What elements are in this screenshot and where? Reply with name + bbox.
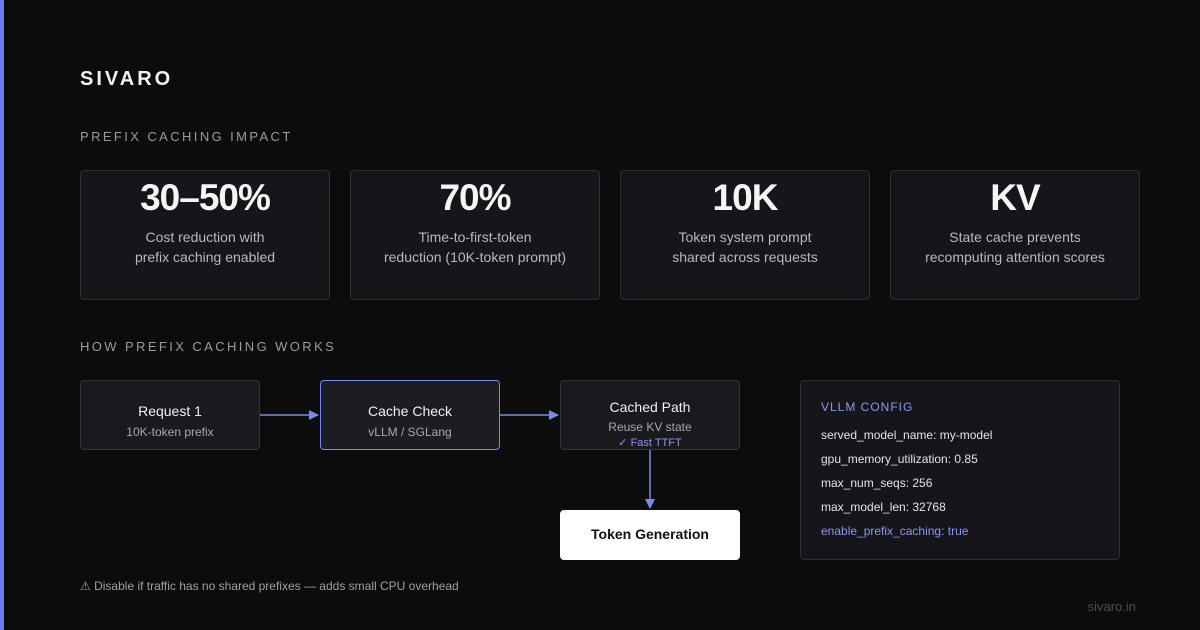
node-token-generation: Token Generation	[560, 510, 740, 560]
config-title: VLLM CONFIG	[821, 400, 914, 414]
brand-logo: SIVARO	[80, 68, 174, 90]
config-line: max_model_len: 32768	[821, 500, 946, 514]
stat-value: KV	[990, 177, 1040, 218]
node-subtitle: vLLM / SGLang	[368, 425, 452, 439]
stat-value: 10K	[712, 177, 779, 218]
stat-card-tokens: 10K Token system prompt shared across re…	[620, 170, 870, 300]
node-title: Cached Path	[609, 399, 691, 415]
accent-bar	[0, 0, 4, 630]
config-line: max_num_seqs: 256	[821, 476, 933, 490]
node-title: Cache Check	[367, 403, 453, 419]
stat-card-ttft: 70% Time-to-first-token reduction (10K-t…	[350, 170, 600, 300]
node-request: Request 1 10K-token prefix	[80, 380, 260, 450]
node-title: Token Generation	[591, 526, 709, 542]
config-line: served_model_name: my-model	[821, 428, 993, 442]
works-section-label: HOW PREFIX CACHING WORKS	[80, 339, 337, 354]
stat-card-kv: KV State cache prevents recomputing atte…	[890, 170, 1140, 300]
config-line-prefix-caching: enable_prefix_caching: true	[821, 524, 969, 538]
stat-value: 30–50%	[140, 177, 271, 218]
vllm-config-panel: VLLM CONFIG served_model_name: my-model …	[800, 380, 1120, 560]
impact-section-label: PREFIX CACHING IMPACT	[80, 129, 293, 144]
node-cache-check: Cache Check vLLM / SGLang	[320, 380, 500, 450]
warning-note: ⚠ Disable if traffic has no shared prefi…	[80, 579, 459, 593]
node-title: Request 1	[138, 403, 202, 419]
node-subtitle: 10K-token prefix	[126, 425, 214, 439]
site-url: sivaro.in	[1087, 599, 1136, 614]
stat-description: Time-to-first-token reduction (10K-token…	[383, 229, 567, 265]
stat-description: Cost reduction with prefix caching enabl…	[134, 229, 276, 265]
stat-value: 70%	[439, 177, 511, 218]
stat-description: State cache prevents recomputing attenti…	[925, 229, 1105, 265]
fast-ttft-note: ✓ Fast TTFT	[618, 437, 682, 449]
stat-description: Token system prompt shared across reques…	[672, 229, 818, 265]
config-line: gpu_memory_utilization: 0.85	[821, 452, 978, 466]
stat-card-cost: 30–50% Cost reduction with prefix cachin…	[80, 170, 330, 300]
node-cached-path: Cached Path Reuse KV state ✓ Fast TTFT	[560, 380, 740, 450]
stats-row: 30–50% Cost reduction with prefix cachin…	[80, 170, 1140, 300]
node-subtitle: Reuse KV state	[608, 420, 692, 434]
